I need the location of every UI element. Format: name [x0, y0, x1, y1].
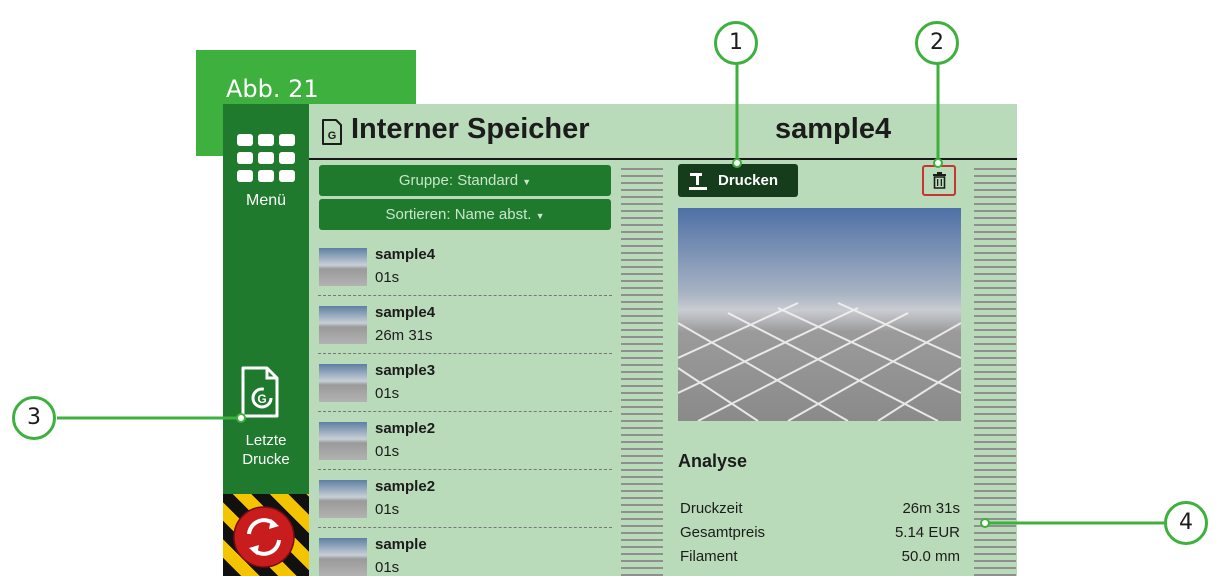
file-name: sample4	[375, 246, 436, 263]
print-button-label: Drucken	[718, 172, 779, 189]
list-item[interactable]: sample4 01s	[318, 238, 612, 296]
grid-icon	[237, 134, 295, 182]
model-preview	[678, 208, 961, 421]
stat-value: 50.0 mm	[901, 548, 960, 565]
list-item[interactable]: sample 01s	[318, 528, 612, 576]
file-print-time: 01s	[375, 501, 400, 518]
list-item[interactable]: sample3 01s	[318, 354, 612, 412]
gcode-file-icon: G	[322, 119, 342, 145]
callout-2: 2	[915, 21, 959, 65]
file-name: sample	[375, 536, 427, 553]
trash-icon	[933, 172, 946, 189]
svg-text:G: G	[257, 392, 266, 406]
stat-label: Filament	[680, 548, 738, 565]
gcode-file-icon: G	[241, 366, 279, 418]
callout-3: 3	[12, 396, 56, 440]
file-list-scrollbar[interactable]	[621, 168, 663, 576]
group-dropdown-label: Gruppe: Standard	[398, 172, 519, 189]
file-name: sample2	[375, 420, 436, 437]
stat-label: Gesamtpreis	[680, 524, 766, 541]
file-print-time: 26m 31s	[375, 327, 433, 344]
analysis-heading: Analyse	[678, 451, 748, 471]
caret-down-icon: ▼	[535, 211, 545, 221]
file-thumbnail	[319, 480, 367, 518]
stat-value: 26m 31s	[902, 500, 960, 517]
delete-button[interactable]	[922, 165, 956, 196]
callout-1: 1	[714, 21, 758, 65]
list-item[interactable]: sample4 26m 31s	[318, 296, 612, 354]
page-title: Interner Speicher	[351, 113, 590, 145]
print-icon	[689, 173, 707, 190]
file-print-time: 01s	[375, 559, 400, 576]
caret-down-icon: ▼	[522, 177, 532, 187]
detail-scrollbar[interactable]	[974, 168, 1016, 576]
emergency-stop-area	[223, 494, 309, 576]
file-thumbnail	[319, 248, 367, 286]
list-item[interactable]: sample2 01s	[318, 412, 612, 470]
sidebar: Menü G Letzte Drucke	[223, 104, 309, 576]
file-name: sample3	[375, 362, 436, 379]
file-name: sample4	[375, 304, 436, 321]
file-print-time: 01s	[375, 385, 400, 402]
group-dropdown[interactable]: Gruppe: Standard ▼	[319, 165, 611, 196]
file-thumbnail	[319, 306, 367, 344]
list-item[interactable]: sample2 01s	[318, 470, 612, 528]
print-button[interactable]: Drucken	[678, 164, 798, 197]
header: G Interner Speicher sample4	[309, 104, 1017, 160]
recent-label-line1: Letzte	[245, 432, 287, 449]
svg-text:G: G	[328, 130, 337, 142]
sort-dropdown-label: Sortieren: Name abst.	[385, 206, 532, 223]
build-plate-grid	[678, 302, 961, 421]
figure-label: Abb. 21	[226, 75, 319, 103]
file-thumbnail	[319, 422, 367, 460]
stat-label: Druckzeit	[680, 500, 743, 517]
file-thumbnail	[319, 364, 367, 402]
callout-4: 4	[1164, 501, 1208, 545]
printer-screen: Menü G Letzte Drucke G Interner Speicher…	[223, 104, 1017, 576]
file-name: sample2	[375, 478, 436, 495]
file-thumbnail	[319, 538, 367, 576]
file-print-time: 01s	[375, 443, 400, 460]
file-print-time: 01s	[375, 269, 400, 286]
emergency-stop-icon[interactable]	[233, 506, 295, 568]
selected-file-name: sample4	[775, 113, 892, 145]
menu-label: Menü	[245, 192, 287, 209]
sort-dropdown[interactable]: Sortieren: Name abst. ▼	[319, 199, 611, 230]
recent-prints-label: Letzte Drucke	[223, 431, 309, 469]
stat-value: 5.14 EUR	[894, 524, 960, 541]
recent-label-line2: Drucke	[242, 451, 290, 468]
